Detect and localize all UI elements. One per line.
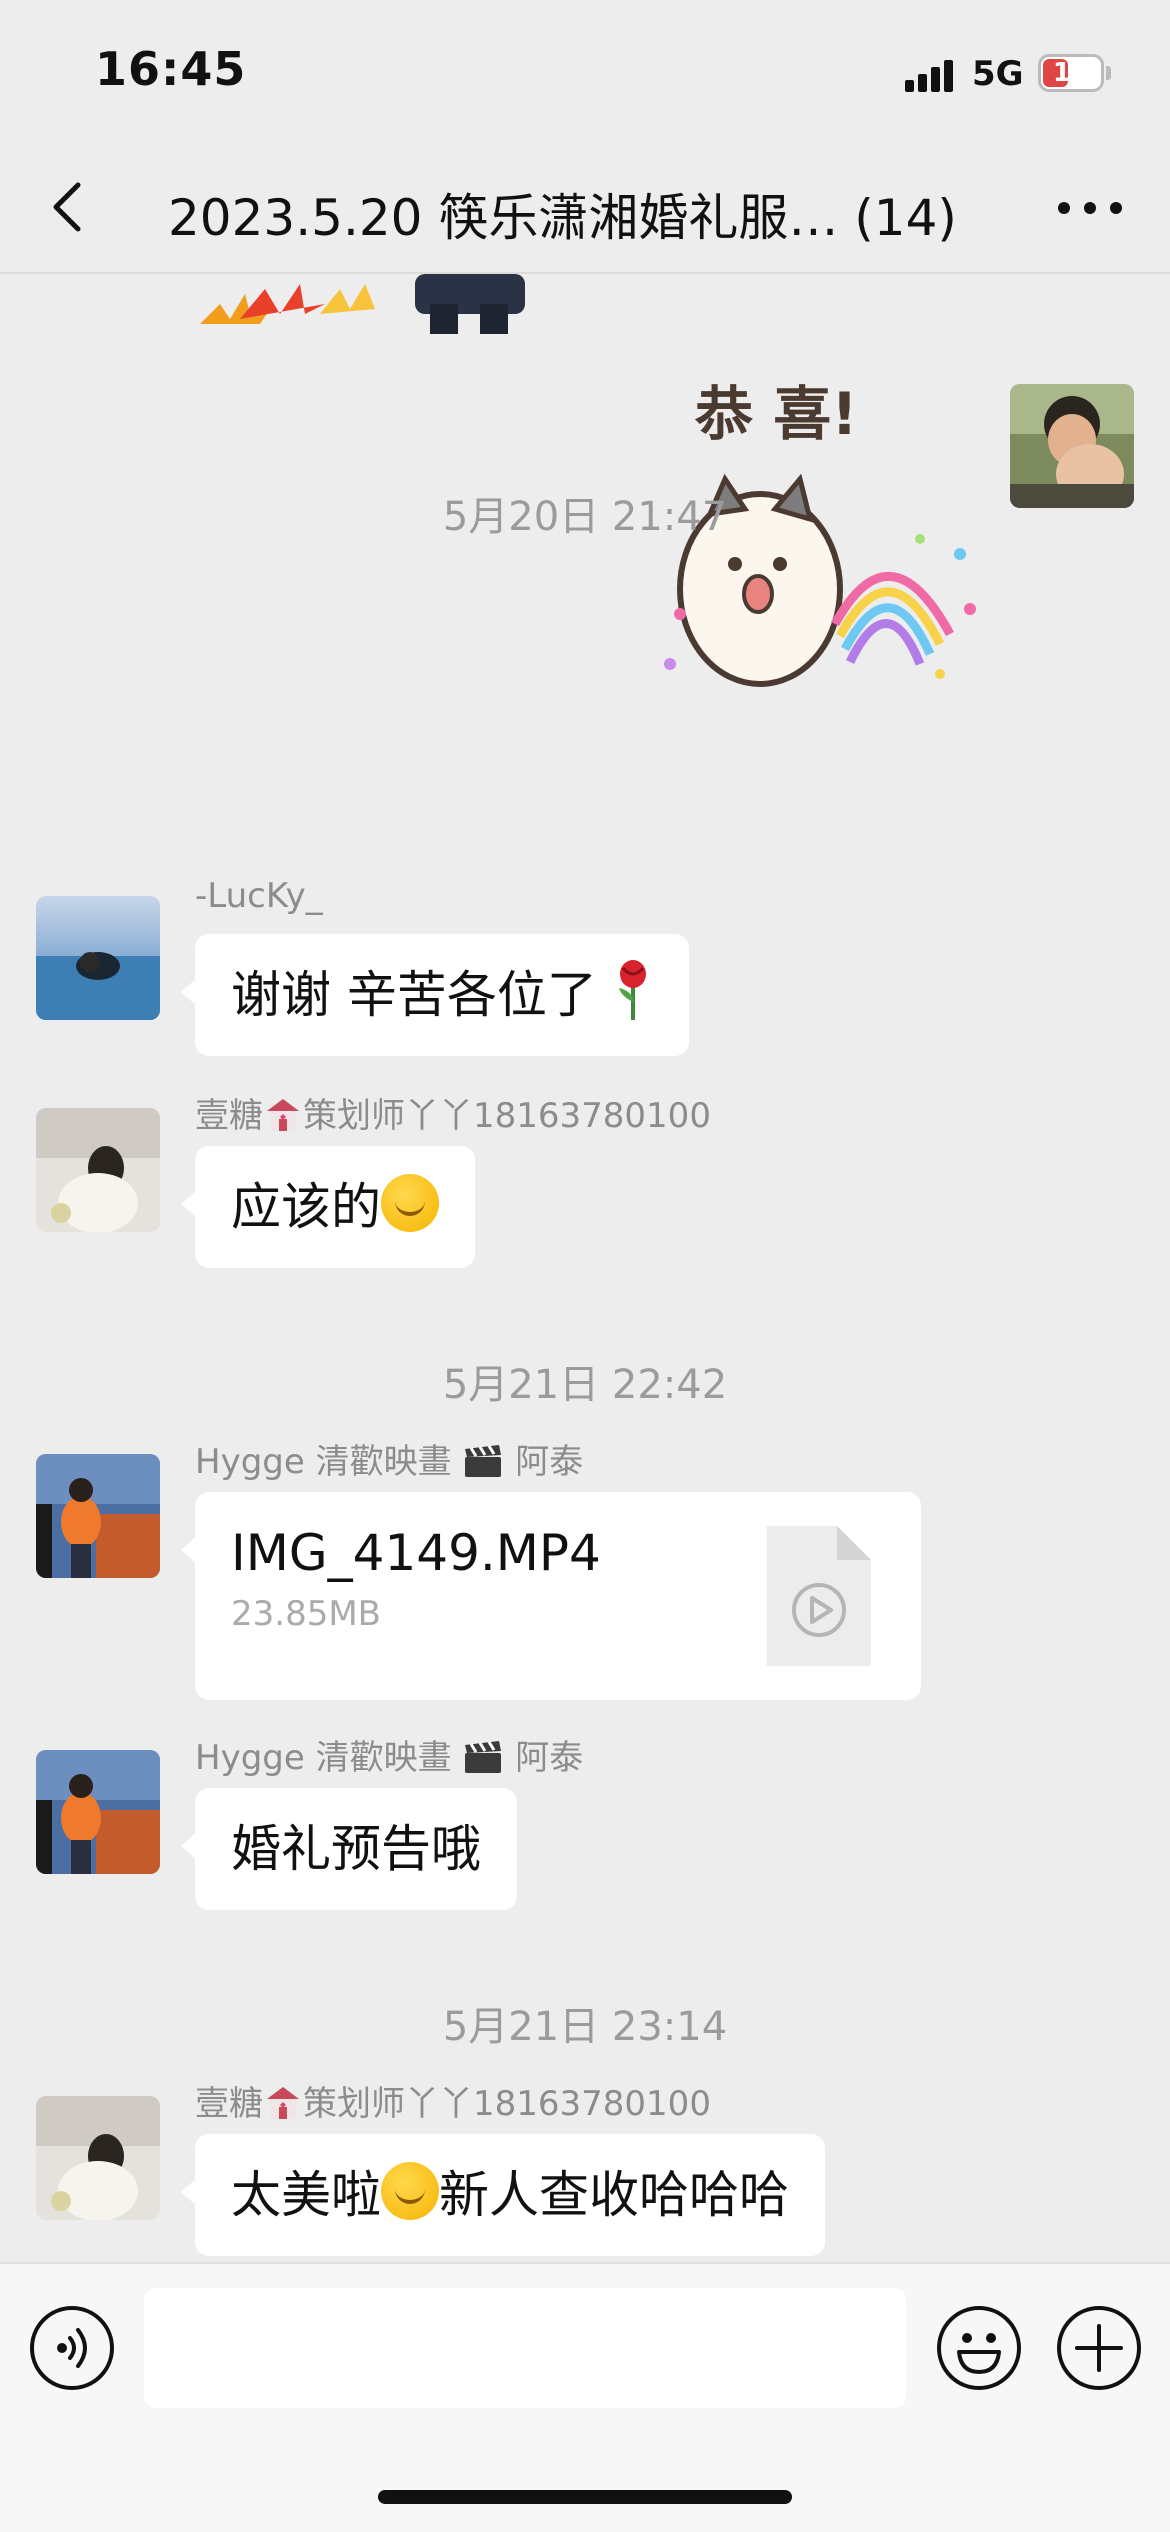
back-button[interactable] xyxy=(40,175,100,239)
sender-name-part: Hygge 清歡映畫 xyxy=(195,1442,452,1482)
battery-percent: 11 xyxy=(1052,58,1090,88)
nav-bar: 2023.5.20 筷乐潇湘婚礼服… (14) xyxy=(0,140,1170,274)
message-bubble[interactable]: 应该的 xyxy=(181,1146,475,1268)
chevron-left-icon xyxy=(53,182,81,232)
file-message-card[interactable]: IMG_4149.MP4 23.85MB xyxy=(181,1492,921,1700)
sender-name: 壹糖 策划师丫丫18163780100 xyxy=(195,2076,711,2125)
timestamp: 5月21日 23:14 xyxy=(442,2004,728,2050)
message-text: 婚礼预告哦 xyxy=(231,1820,481,1878)
sender-name-part: 壹糖 xyxy=(195,1096,263,1136)
sender-name: 壹糖 策划师丫丫18163780100 xyxy=(195,1088,711,1137)
message-bubble[interactable]: 谢谢 辛苦各位了 xyxy=(181,934,689,1056)
chat-message-list[interactable]: 恭 喜! 5月20日 21:47 -LucKy_ 谢谢 辛苦各位了 壹糖 策划师… xyxy=(0,274,1170,2262)
wedding-chapel-icon xyxy=(267,1099,299,1131)
sender-name: Hygge 清歡映畫 阿泰 xyxy=(195,1434,583,1483)
message-text: 新人查收哈哈哈 xyxy=(439,2166,789,2224)
clapperboard-icon xyxy=(465,1741,502,1773)
sender-avatar[interactable] xyxy=(36,1750,160,1874)
sticker-caption: 恭 喜! xyxy=(694,380,858,448)
sender-name-part: 阿泰 xyxy=(515,1442,584,1482)
sender-avatar[interactable] xyxy=(36,2096,160,2220)
message-text: 太美啦 xyxy=(231,2166,381,2224)
message-input[interactable] xyxy=(144,2288,906,2408)
timestamp: 5月20日 21:47 xyxy=(442,494,728,540)
clapperboard-icon xyxy=(465,1445,502,1477)
more-dot-icon xyxy=(1058,202,1070,214)
avatar-photo xyxy=(36,1108,160,1232)
battery-cap xyxy=(1106,66,1111,80)
sender-name-part: 策划师丫丫18163780100 xyxy=(303,1096,711,1136)
avatar-photo xyxy=(36,1750,160,1874)
sender-avatar[interactable] xyxy=(36,1108,160,1232)
more-dot-icon xyxy=(1110,202,1122,214)
message-text: 应该的 xyxy=(231,1178,381,1236)
sender-name-part: Hygge 清歡映畫 xyxy=(195,1738,452,1778)
sender-name-part: 策划师丫丫18163780100 xyxy=(303,2084,711,2124)
sender-name: -LucKy_ xyxy=(195,876,323,916)
sender-name: Hygge 清歡映畫 阿泰 xyxy=(195,1730,583,1779)
partial-sticker-image xyxy=(200,274,525,334)
avatar-photo xyxy=(36,896,160,1020)
more-dot-icon xyxy=(1084,202,1096,214)
avatar-photo xyxy=(36,2096,160,2220)
sender-avatar[interactable] xyxy=(36,1454,160,1578)
message-bubble[interactable]: 婚礼预告哦 xyxy=(181,1788,517,1910)
battery-icon: 11 xyxy=(1038,54,1104,92)
more-actions-button[interactable] xyxy=(1057,2306,1141,2390)
file-name: IMG_4149.MP4 xyxy=(231,1524,601,1582)
status-bar: 16:45 5G 11 xyxy=(0,0,1170,140)
thinking-face-icon xyxy=(381,2162,439,2220)
voice-icon xyxy=(57,2328,87,2368)
more-options-button[interactable] xyxy=(1050,180,1130,234)
sender-avatar[interactable] xyxy=(36,896,160,1020)
message-bubble[interactable]: 太美啦 新人查收哈哈哈 xyxy=(181,2134,825,2256)
congratulations-sticker: 恭 喜! xyxy=(664,380,976,687)
thinking-face-icon xyxy=(381,1174,439,1232)
rose-icon xyxy=(618,960,646,1020)
file-size: 23.85MB xyxy=(231,1594,381,1634)
signal-icon xyxy=(905,58,957,92)
avatar-photo xyxy=(36,1454,160,1578)
status-time: 16:45 xyxy=(95,42,247,96)
sender-name-part: 阿泰 xyxy=(515,1738,584,1778)
plus-icon xyxy=(1075,2324,1123,2372)
video-file-icon xyxy=(767,1526,871,1666)
emoji-button[interactable] xyxy=(937,2306,1021,2390)
chat-title: 2023.5.20 筷乐潇湘婚礼服… (14) xyxy=(168,189,957,247)
timestamp: 5月21日 22:42 xyxy=(442,1362,728,1408)
message-text: 谢谢 辛苦各位了 xyxy=(231,966,597,1024)
sender-name-part: 壹糖 xyxy=(195,2084,263,2124)
voice-input-button[interactable] xyxy=(30,2306,114,2390)
wedding-chapel-icon xyxy=(267,2087,299,2119)
network-label: 5G xyxy=(972,54,1024,94)
home-indicator[interactable] xyxy=(378,2490,792,2504)
smiley-icon xyxy=(957,2333,1001,2374)
